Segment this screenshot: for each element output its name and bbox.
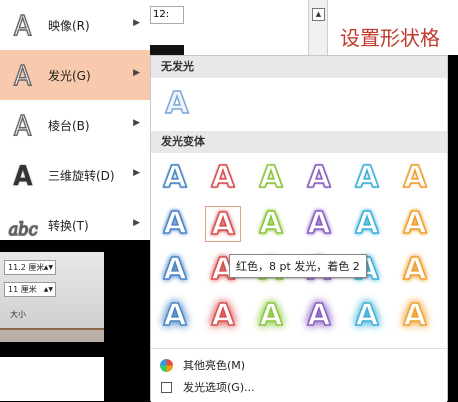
glow-options-label: 发光选项(G)...	[183, 381, 255, 394]
glow-variant-option[interactable]: A	[397, 205, 433, 242]
glow-variant-option[interactable]: A	[301, 205, 337, 242]
glow-variant-option[interactable]: A	[253, 297, 289, 334]
spinner-icon[interactable]: ▲▼	[44, 261, 53, 274]
menu-item-bevel[interactable]: A 棱台(B) ▶	[0, 100, 150, 150]
transform-icon: abc	[8, 218, 38, 241]
size-group-label: 大小	[10, 310, 26, 319]
glow-variant-option[interactable]: A	[157, 297, 193, 334]
shape-height-input[interactable]: 11.2 厘米 ▲▼	[4, 260, 56, 275]
glow-variant-option[interactable]: A	[253, 205, 289, 242]
submenu-arrow-icon: ▶	[133, 218, 140, 228]
no-glow-option[interactable]: A	[159, 85, 195, 122]
glow-gallery: 无发光 A 发光变体 AAAAAAAAAAAAAAAAAAAAAAAA 红色，8…	[150, 55, 448, 402]
menu-item-label: 转换(T)	[48, 218, 89, 233]
gallery-footer: 其他亮色(M) 发光选项(G)...	[151, 348, 447, 402]
glow-variant-option[interactable]: A	[157, 205, 193, 242]
reflection-icon: A	[14, 8, 33, 43]
3d-rotation-icon: A	[13, 158, 33, 192]
glow-variant-option[interactable]: A	[349, 205, 385, 242]
glow-variant-option[interactable]: A	[253, 159, 289, 196]
glow-variant-option[interactable]: A	[397, 251, 433, 288]
document-area	[0, 357, 104, 401]
menu-item-label: 映像(R)	[48, 18, 90, 33]
more-glow-colors-item[interactable]: 其他亮色(M)	[157, 355, 245, 375]
more-colors-label: 其他亮色(M)	[183, 359, 246, 372]
glow-variant-option[interactable]: A	[301, 297, 337, 334]
ribbon-size-group: 11.2 厘米 ▲▼ 11 厘米 ▲▼ 大小	[0, 252, 104, 330]
glow-variant-option[interactable]: A	[205, 159, 241, 196]
submenu-arrow-icon: ▶	[133, 118, 140, 128]
glow-variant-option[interactable]: A	[205, 206, 241, 243]
shape-width-input[interactable]: 11 厘米 ▲▼	[4, 282, 56, 297]
menu-item-reflection[interactable]: A 映像(R) ▶	[0, 0, 150, 50]
glow-variant-option[interactable]: A	[301, 159, 337, 196]
menu-item-label: 三维旋转(D)	[48, 168, 115, 183]
glow-variant-option[interactable]: A	[157, 251, 193, 288]
effects-menu: A 映像(R) ▶ A 发光(G) ▶ A 棱台(B) ▶ A 三维旋转(D) …	[0, 0, 150, 240]
submenu-arrow-icon: ▶	[133, 168, 140, 178]
spinner-icon[interactable]: ▲▼	[44, 283, 53, 296]
glow-variant-option[interactable]: A	[349, 159, 385, 196]
glow-variant-option[interactable]: A	[205, 297, 241, 334]
section-no-glow: 无发光	[151, 56, 447, 78]
glow-icon: A	[14, 58, 33, 93]
menu-item-glow[interactable]: A 发光(G) ▶	[0, 50, 150, 100]
bevel-icon: A	[14, 108, 33, 143]
ruler-strip	[0, 330, 104, 342]
glow-variant-option[interactable]: A	[397, 159, 433, 196]
font-size-field[interactable]: 12:	[150, 6, 184, 24]
scroll-up-icon[interactable]: ▲	[312, 8, 325, 21]
submenu-arrow-icon: ▶	[133, 68, 140, 78]
shape-height-value: 11.2 厘米	[8, 263, 45, 272]
glow-tooltip: 红色，8 pt 发光，着色 2	[229, 254, 367, 278]
submenu-arrow-icon: ▶	[133, 18, 140, 28]
menu-item-label: 发光(G)	[48, 68, 91, 83]
shape-width-value: 11 厘米	[8, 285, 37, 294]
format-shape-title: 设置形状格	[340, 26, 440, 50]
vertical-scrollbar[interactable]: ▲	[308, 0, 328, 55]
color-wheel-icon	[159, 358, 173, 372]
top-area: 12: ▲ 设置形状格	[150, 0, 458, 55]
section-glow-variants: 发光变体	[151, 131, 447, 153]
menu-item-3d-rotation[interactable]: A 三维旋转(D) ▶	[0, 150, 150, 200]
glow-variant-option[interactable]: A	[349, 297, 385, 334]
menu-item-label: 棱台(B)	[48, 118, 90, 133]
glow-options-item[interactable]: 发光选项(G)...	[157, 377, 255, 397]
glow-variant-option[interactable]: A	[157, 159, 193, 196]
glow-variant-option[interactable]: A	[397, 297, 433, 334]
glow-options-icon	[160, 381, 172, 393]
menu-item-transform[interactable]: abc 转换(T) ▶	[0, 200, 150, 250]
dark-bar	[150, 45, 184, 55]
